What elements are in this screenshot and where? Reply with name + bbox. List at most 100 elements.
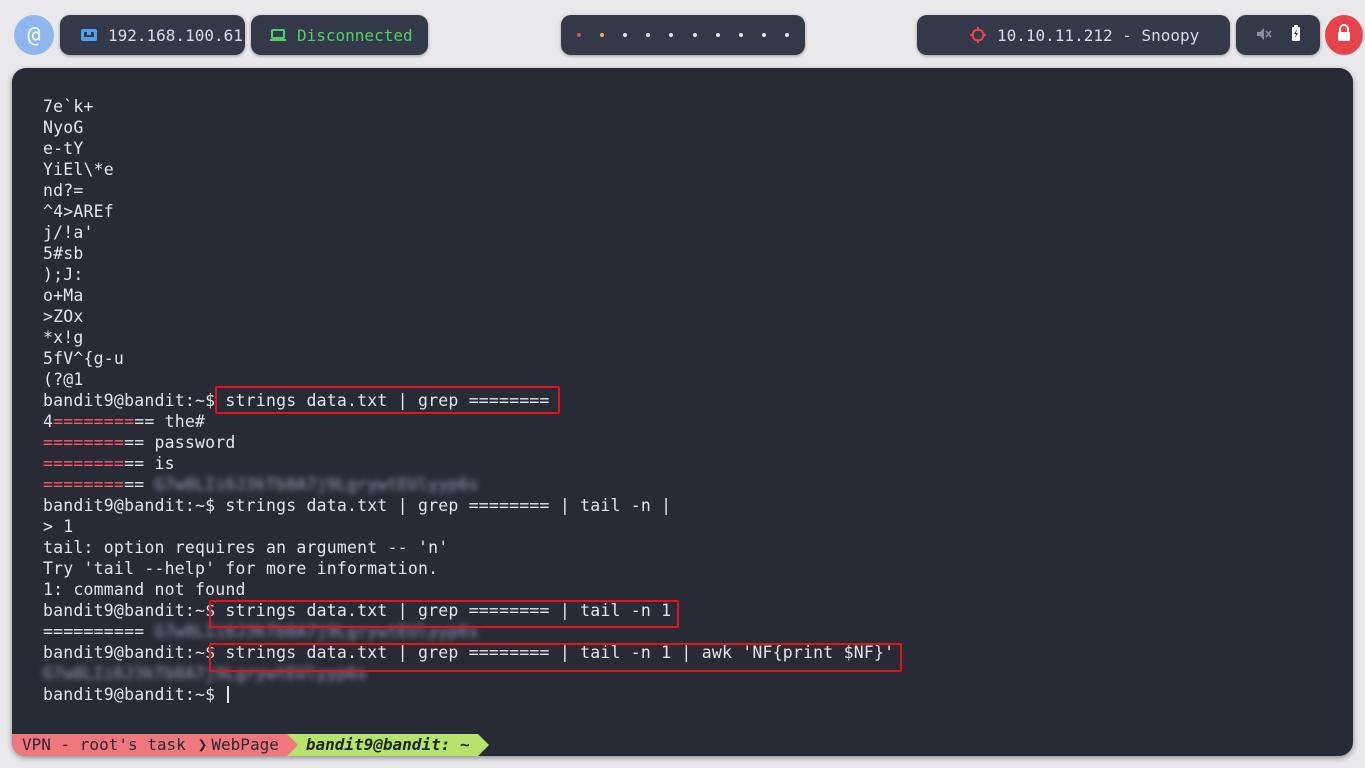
- terminal-text: 4: [43, 412, 54, 431]
- system-tray: [1236, 15, 1320, 55]
- status-segment-host: bandit9@bandit: ~: [297, 734, 478, 756]
- terminal-line: ========== password: [43, 432, 894, 453]
- top-bar: @ 192.168.100.61 Disconnected 10.10.11.2…: [0, 0, 1365, 68]
- terminal-text: nd?=: [43, 181, 84, 200]
- workspace-4-dot[interactable]: [646, 33, 651, 37]
- redacted-password-text: G7w8LIi6J3kTb8A7j9LgrywtEUlyyp6s: [43, 664, 368, 683]
- vpn-status-text: Disconnected: [297, 25, 413, 45]
- workspace-9-dot[interactable]: [762, 33, 767, 37]
- terminal-line: G7w8LIi6J3kTb8A7j9LgrywtEUlyyp6s: [43, 663, 894, 684]
- terminal-text: bandit9@bandit:~$ strings data.txt | gre…: [43, 643, 895, 662]
- terminal-text: bandit9@bandit:~$ strings data.txt | gre…: [43, 391, 550, 410]
- laptop-icon: [267, 24, 289, 46]
- terminal-text: bandit9@bandit:~$: [43, 685, 226, 704]
- terminal-line: Try 'tail --help' for more information.: [43, 558, 894, 579]
- terminal-text: > 1: [43, 517, 74, 536]
- terminal-text: tail: option requires an argument -- 'n': [43, 538, 449, 557]
- terminal-line: e-tY: [43, 138, 894, 159]
- terminal-text: NyoG: [43, 118, 84, 137]
- powerline-arrow-end-icon: [477, 734, 489, 756]
- terminal-line: nd?=: [43, 180, 894, 201]
- terminal-output: 7e`k+ NyoG e-tY YiEl\*e nd?= ^4>AREf j/!a' 5#sb…: [43, 96, 894, 705]
- distro-logo-button[interactable]: @: [14, 15, 54, 55]
- status-segment-webpage-text: WebPage: [211, 735, 279, 754]
- local-ip-text: 192.168.100.61: [108, 25, 243, 45]
- terminal-text: e-tY: [43, 139, 84, 158]
- terminal-line: 1: command not found: [43, 579, 894, 600]
- terminal-line: ^4>AREf: [43, 201, 894, 222]
- terminal-text: Try 'tail --help' for more information.: [43, 559, 439, 578]
- workspace-10-dot[interactable]: [785, 33, 790, 37]
- workspace-8-dot[interactable]: [738, 33, 743, 37]
- terminal-text: == password: [124, 433, 236, 452]
- terminal-text: o+Ma: [43, 286, 84, 305]
- network-icon: [78, 24, 100, 46]
- grep-match-text: ========: [43, 433, 125, 452]
- terminal-text: YiEl\*e: [43, 160, 114, 179]
- terminal-line: *x!g: [43, 327, 894, 348]
- powerline-arrow-icon: [286, 734, 298, 756]
- workspace-switcher[interactable]: [561, 15, 805, 55]
- terminal-text: bandit9@bandit:~$ strings data.txt | gre…: [43, 496, 672, 515]
- grep-match-text: ========: [43, 475, 125, 494]
- separator-chevron-icon: ❯: [197, 735, 208, 754]
- target-widget[interactable]: 10.10.11.212 - Snoopy: [917, 15, 1230, 55]
- terminal-text: 7e`k+: [43, 97, 94, 116]
- workspace-2-dot[interactable]: [599, 33, 604, 37]
- terminal-line: bandit9@bandit:~$: [43, 684, 894, 705]
- terminal-line: j/!a': [43, 222, 894, 243]
- debian-swirl-icon: @: [27, 22, 41, 48]
- workspace-6-dot[interactable]: [692, 33, 697, 37]
- workspace-7-dot[interactable]: [715, 33, 720, 37]
- text-cursor: [227, 686, 230, 703]
- grep-match-text: ========: [53, 412, 135, 431]
- terminal-line: 4========== the#: [43, 411, 894, 432]
- shell-status-line: VPN - root's task ❯ WebPage bandit9@band…: [12, 734, 1353, 756]
- terminal-text: ==: [124, 475, 155, 494]
- terminal-text: == is: [124, 454, 175, 473]
- terminal-line: o+Ma: [43, 285, 894, 306]
- terminal-line: 7e`k+: [43, 96, 894, 117]
- terminal-text: >ZOx: [43, 307, 84, 326]
- terminal-text: == the#: [134, 412, 206, 431]
- terminal-text: ==========: [43, 622, 155, 641]
- terminal-window[interactable]: 7e`k+ NyoG e-tY YiEl\*e nd?= ^4>AREf j/!a' 5#sb…: [12, 68, 1353, 756]
- terminal-text: 5#sb: [43, 244, 84, 263]
- terminal-line: bandit9@bandit:~$ strings data.txt | gre…: [43, 495, 894, 516]
- vpn-status-widget[interactable]: Disconnected: [251, 15, 428, 55]
- terminal-line: >ZOx: [43, 306, 894, 327]
- crosshair-icon: [967, 24, 989, 46]
- lock-icon: [1336, 23, 1352, 47]
- terminal-line: bandit9@bandit:~$ strings data.txt | gre…: [43, 390, 894, 411]
- terminal-text: 5fV^{g-u: [43, 349, 125, 368]
- redacted-password-text: G7w8LIi6J3kTb8A7j9LgrywtEUlyyp6s: [154, 622, 479, 641]
- terminal-text: );J:: [43, 265, 84, 284]
- status-segment-host-text: bandit9@bandit: ~: [305, 735, 470, 754]
- terminal-line: );J:: [43, 264, 894, 285]
- grep-match-text: ========: [43, 454, 125, 473]
- lock-button[interactable]: [1325, 15, 1363, 55]
- terminal-text: bandit9@bandit:~$ strings data.txt | gre…: [43, 601, 672, 620]
- volume-muted-icon[interactable]: [1256, 26, 1272, 45]
- terminal-line: YiEl\*e: [43, 159, 894, 180]
- workspace-5-dot[interactable]: [669, 33, 674, 37]
- status-segment-webpage: ❯ WebPage: [193, 734, 287, 756]
- status-segment-vpn: VPN - root's task: [12, 734, 194, 756]
- terminal-line: bandit9@bandit:~$ strings data.txt | gre…: [43, 600, 894, 621]
- terminal-line: > 1: [43, 516, 894, 537]
- status-segment-vpn-text: VPN - root's task: [22, 735, 186, 754]
- workspace-1-dot[interactable]: [576, 33, 581, 37]
- terminal-line: bandit9@bandit:~$ strings data.txt | gre…: [43, 642, 894, 663]
- target-text: 10.10.11.212 - Snoopy: [997, 25, 1200, 45]
- terminal-text: (?@1: [43, 370, 84, 389]
- terminal-line: NyoG: [43, 117, 894, 138]
- battery-icon[interactable]: [1291, 25, 1301, 45]
- redacted-password-text: G7w8LIi6J3kTb8A7j9LgrywtEUlyyp6s: [154, 475, 479, 494]
- terminal-text: j/!a': [43, 223, 94, 242]
- terminal-line: ========== G7w8LIi6J3kTb8A7j9LgrywtEUlyy…: [43, 474, 894, 495]
- workspace-3-dot[interactable]: [622, 33, 627, 37]
- terminal-line: ========== is: [43, 453, 894, 474]
- terminal-line: tail: option requires an argument -- 'n': [43, 537, 894, 558]
- local-ip-widget[interactable]: 192.168.100.61: [60, 15, 245, 55]
- terminal-line: 5fV^{g-u: [43, 348, 894, 369]
